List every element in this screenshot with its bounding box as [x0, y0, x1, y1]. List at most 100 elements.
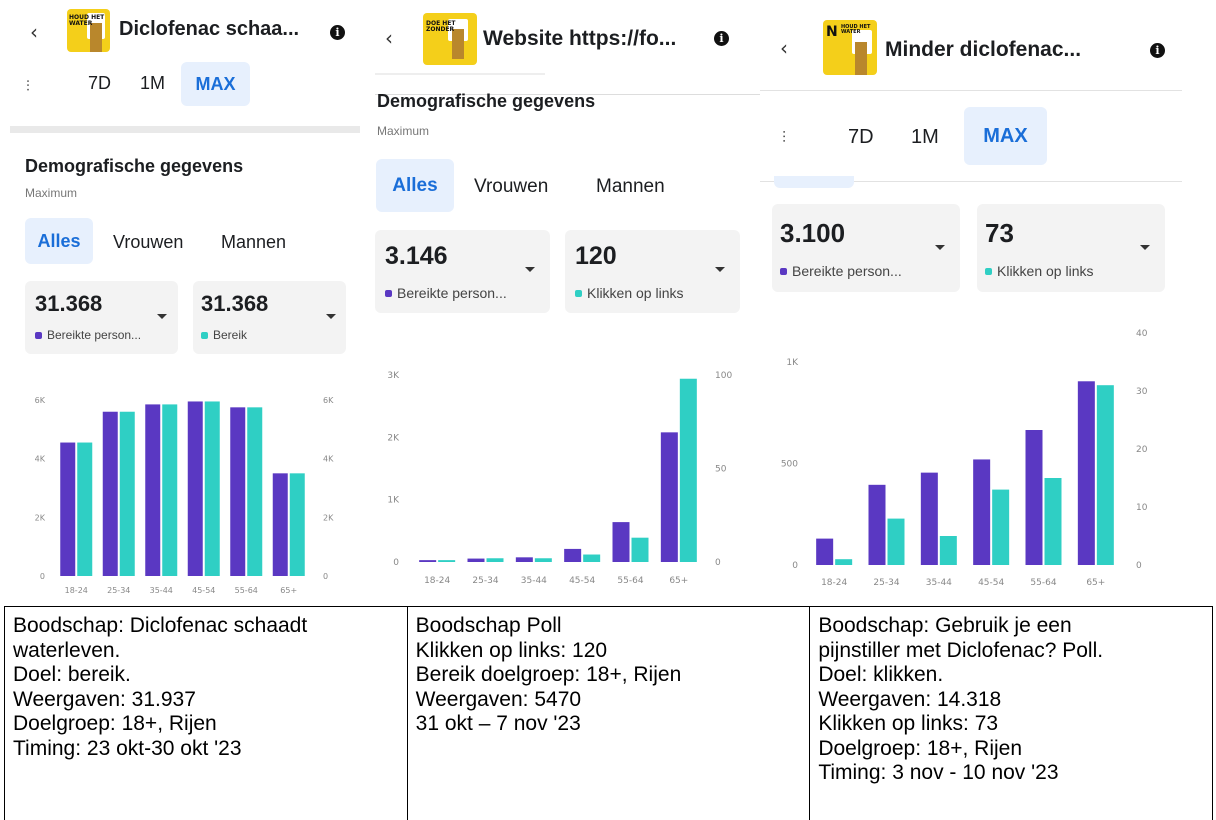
filter-1m[interactable]: 1M	[140, 73, 165, 94]
bar-secondary-25-34	[119, 411, 135, 576]
filter-7d[interactable]: 7D	[88, 73, 111, 94]
metric-card-reached[interactable]: 31.368 Bereikte person...	[25, 281, 178, 354]
tab-mannen[interactable]: Mannen	[221, 232, 286, 253]
note-line: Weergaven: 31.937	[13, 687, 196, 711]
y-tick-left: 4K	[35, 455, 46, 464]
bar-secondary-35-44	[162, 404, 178, 576]
table-row: Boodschap: Diclofenac schaadt waterleven.…	[4, 606, 1213, 820]
bar-reached-35-44	[920, 472, 938, 565]
bar-reached-65+	[1077, 381, 1095, 565]
note-line: Boodschap: Diclofenac schaadt	[13, 614, 308, 637]
bar-secondary-35-44	[534, 558, 552, 562]
tab-mannen[interactable]: Mannen	[596, 176, 665, 198]
x-tick-label: 55-64	[1030, 578, 1056, 588]
campaign-notes-table: Boodschap: Diclofenac schaadt waterleven.…	[4, 606, 1213, 820]
y-tick-left: 6K	[35, 396, 46, 405]
x-tick-label: 45-54	[192, 586, 215, 595]
note-line: Klikken op links: 120	[415, 638, 608, 662]
bar-reached-25-34	[868, 484, 886, 565]
note-line: Timing: 3 nov - 10 nov '23	[818, 761, 1059, 784]
x-tick-label: 18-24	[821, 578, 847, 588]
note-line: 31 okt – 7 nov '23	[415, 712, 581, 735]
tab-alles[interactable]: Alles	[376, 159, 454, 212]
bar-secondary-25-34	[486, 558, 504, 562]
metric-card-clicks[interactable]: 120 Klikken op links	[565, 230, 740, 313]
bar-reached-45-54	[973, 459, 991, 565]
y-tick-left: 1K	[786, 358, 799, 368]
x-tick-label: 25-34	[873, 578, 899, 588]
x-tick-label: 25-34	[472, 576, 498, 586]
note-line: Boodschap Poll	[415, 614, 562, 637]
info-icon[interactable]: i	[714, 31, 729, 46]
dropdown-caret-icon	[525, 267, 535, 272]
y-tick-right: 4K	[323, 455, 334, 464]
bar-reached-45-54	[564, 548, 582, 562]
note-line: Bereik doelgroep: 18+, Rijen	[415, 663, 682, 686]
metric-card-reached[interactable]: 3.146 Bereikte person...	[375, 230, 550, 313]
bar-reached-18-24	[419, 560, 437, 562]
y-tick-left: 0	[792, 561, 798, 571]
x-tick-label: 25-34	[107, 586, 130, 595]
bar-secondary-18-24	[438, 560, 456, 562]
bar-reached-35-44	[145, 404, 161, 576]
note-line: Weergaven: 14.318	[818, 687, 1002, 711]
x-tick-label: 65+	[1086, 578, 1105, 588]
x-tick-label: 18-24	[65, 586, 88, 595]
bar-secondary-45-54	[992, 489, 1010, 565]
info-icon[interactable]: i	[330, 25, 345, 40]
dropdown-caret-icon	[715, 267, 725, 272]
filter-sliders-icon[interactable]: ⫶	[26, 77, 30, 95]
back-arrow-icon[interactable]: ‹	[30, 20, 38, 44]
filter-max[interactable]: MAX	[964, 107, 1047, 165]
bar-secondary-45-54	[583, 554, 601, 562]
bar-secondary-35-44	[939, 536, 957, 565]
bar-secondary-25-34	[887, 518, 905, 565]
tab-alles[interactable]: Alles	[25, 218, 93, 264]
y-tick-left: 1K	[387, 496, 400, 506]
note-line: Boodschap: Gebruik je een	[818, 614, 1072, 637]
ad-insights-panel-2: ‹ DOE HET ZONDER Website https://fo... i…	[365, 0, 760, 600]
note-line: Doel: bereik.	[13, 663, 131, 686]
bar-reached-25-34	[467, 558, 485, 562]
y-tick-right: 20	[1136, 445, 1148, 455]
demographics-bar-chart: 0 500 1K 0 10 20 30 40 18-24 25-34 35-44 45-54 55-64…	[781, 329, 1148, 588]
back-arrow-icon[interactable]: ‹	[780, 36, 788, 60]
info-icon[interactable]: i	[1150, 43, 1165, 58]
metric-card-clicks[interactable]: 73 Klikken op links	[977, 204, 1165, 292]
bar-reached-65+	[272, 473, 288, 576]
bar-reached-25-34	[102, 411, 118, 576]
y-tick-left: 3K	[387, 371, 400, 381]
filter-sliders-icon[interactable]: ⫶	[782, 128, 786, 148]
x-tick-label: 55-64	[235, 586, 258, 595]
metric-card-reach[interactable]: 31.368 Bereik	[193, 281, 346, 354]
y-tick-left: 0	[40, 572, 45, 581]
y-tick-left: 0	[393, 558, 399, 568]
note-line: Doelgroep: 18+, Rijen	[818, 736, 1023, 760]
y-tick-left: 2K	[387, 433, 400, 443]
filter-7d[interactable]: 7D	[848, 126, 874, 149]
metric-card-reached[interactable]: 3.100 Bereikte person...	[772, 204, 960, 292]
dropdown-caret-icon	[326, 314, 336, 319]
back-arrow-icon[interactable]: ‹	[385, 26, 393, 50]
ad-title: Website https://fo...	[483, 27, 677, 50]
note-line: Klikken op links: 73	[818, 712, 999, 735]
x-tick-label: 45-54	[978, 578, 1004, 588]
x-tick-label: 35-44	[150, 586, 173, 595]
bar-secondary-18-24	[77, 442, 93, 576]
y-tick-right: 40	[1136, 329, 1148, 339]
ad-insights-panel-1: ‹ HOUD HET WATER Diclofenac schaa... i ⫶…	[0, 0, 365, 600]
tab-vrouwen[interactable]: Vrouwen	[113, 232, 183, 253]
section-title: Demografische gegevens	[377, 91, 596, 111]
x-tick-label: 45-54	[569, 576, 595, 586]
ad-insights-panel-3: ‹ N HOUD HET WATER Minder diclofenac... …	[760, 0, 1182, 600]
x-tick-label: 18-24	[424, 576, 450, 586]
filter-1m[interactable]: 1M	[911, 126, 939, 149]
note-line: Timing: 23 okt-30 okt '23	[13, 736, 242, 760]
tab-vrouwen[interactable]: Vrouwen	[474, 176, 548, 198]
header-divider	[375, 73, 545, 75]
filter-max[interactable]: MAX	[181, 62, 250, 106]
y-tick-right: 0	[1136, 561, 1142, 571]
notes-cell-1: Boodschap: Diclofenac schaadt waterleven.…	[4, 606, 408, 820]
bar-reached-55-64	[1025, 430, 1043, 565]
x-tick-label: 55-64	[617, 576, 643, 586]
